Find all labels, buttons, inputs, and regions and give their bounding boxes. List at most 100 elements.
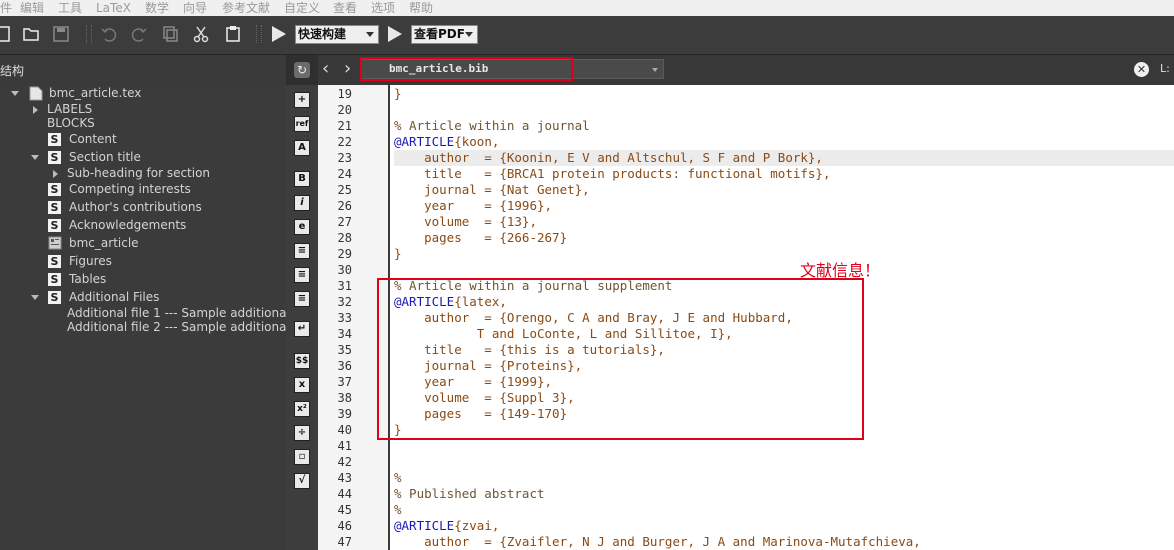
align-right-icon[interactable]: ≡	[294, 291, 310, 307]
tree-item-subheading[interactable]: Sub-heading for section	[67, 165, 210, 182]
superscript-icon[interactable]: x²	[294, 401, 310, 417]
divide-icon[interactable]: ÷	[294, 425, 310, 441]
emphasis-icon[interactable]: e	[294, 219, 310, 235]
code-line[interactable]	[394, 454, 1174, 470]
structure-title: 结构	[0, 64, 25, 78]
line-number: 44	[337, 487, 352, 501]
line-number: 21	[337, 119, 352, 133]
view-play-icon[interactable]	[388, 26, 402, 42]
new-file-icon[interactable]	[0, 25, 12, 43]
copy-icon[interactable]	[162, 25, 180, 43]
code-line[interactable]: author = {Zvaifler, N J and Burger, J A …	[394, 534, 1174, 550]
code-line[interactable]: year = {1996},	[394, 198, 1174, 214]
menu-tools[interactable]: 工具	[58, 0, 82, 16]
line-number: 39	[337, 407, 352, 421]
align-center-icon[interactable]: ≡	[294, 267, 310, 283]
code-line[interactable]: %	[394, 502, 1174, 518]
italic-icon[interactable]: i	[294, 195, 310, 211]
tree-item-content[interactable]: Content	[69, 131, 117, 148]
menu-options[interactable]: 选项	[371, 0, 395, 16]
collapse-arrow-icon[interactable]	[33, 106, 38, 114]
tree-item-acknowledgements[interactable]: Acknowledgements	[69, 217, 186, 234]
menu-edit[interactable]: 编辑	[20, 0, 44, 16]
line-number: 37	[337, 375, 352, 389]
line-number: 31	[337, 279, 352, 293]
code-line[interactable]: journal = {Nat Genet},	[394, 182, 1174, 198]
font-size-icon[interactable]: A	[294, 140, 310, 156]
view-command-select[interactable]: 查看PDF	[411, 25, 478, 44]
tree-item-competing-interests[interactable]: Competing interests	[69, 181, 191, 198]
code-line[interactable]	[394, 262, 1174, 278]
code-line[interactable]: pages = {266-267}	[394, 230, 1174, 246]
close-icon[interactable]: ✕	[1134, 62, 1149, 77]
menu-file[interactable]: 件	[0, 0, 12, 16]
paste-icon[interactable]	[224, 25, 242, 43]
line-status-label: L:	[1160, 62, 1170, 75]
tree-item-bmc-article[interactable]: bmc_article	[69, 235, 139, 252]
structure-tree: bmc_article.tex LABELS BLOCKS S Content …	[0, 85, 286, 550]
ref-icon[interactable]: ref	[294, 116, 310, 132]
code-line[interactable]: @ARTICLE{koon,	[394, 134, 1174, 150]
line-number: 43	[337, 471, 352, 485]
line-number: 42	[337, 455, 352, 469]
expand-arrow-icon[interactable]	[31, 295, 39, 300]
save-icon[interactable]	[52, 25, 70, 43]
toolbar-separator	[256, 25, 262, 43]
tree-item-blocks[interactable]: BLOCKS	[47, 115, 95, 132]
tree-item-additional-files[interactable]: Additional Files	[69, 289, 159, 306]
code-line[interactable]: }	[394, 246, 1174, 262]
menu-help[interactable]: 帮助	[409, 0, 433, 16]
subscript-icon[interactable]: x	[294, 377, 310, 393]
structure-header: 结构	[0, 55, 286, 85]
bold-icon[interactable]: B	[294, 171, 310, 187]
latex-side-toolbar: + ref A B i e ≡ ≡ ≡ ↵ $$ x x² ÷ ▫ √	[286, 85, 318, 550]
tree-item-section-title[interactable]: Section title	[69, 149, 141, 166]
menu-view[interactable]: 查看	[333, 0, 357, 16]
forward-arrow-icon[interactable]: ›	[344, 59, 351, 79]
tree-item-additional-file-2[interactable]: Additional file 2 --- Sample additional …	[67, 319, 286, 336]
menu-bibliography[interactable]: 参考文献	[222, 0, 270, 16]
line-number: 32	[337, 295, 352, 309]
code-line[interactable]: @ARTICLE{zvai,	[394, 518, 1174, 534]
section-icon: S	[48, 291, 61, 304]
collapse-arrow-icon[interactable]	[53, 170, 58, 178]
align-left-icon[interactable]: ≡	[294, 243, 310, 259]
redo-icon[interactable]	[130, 25, 148, 43]
code-line[interactable]: }	[394, 86, 1174, 102]
line-number: 24	[337, 167, 352, 181]
tree-item-figures[interactable]: Figures	[69, 253, 112, 270]
code-line[interactable]: volume = {13},	[394, 214, 1174, 230]
line-number: 26	[337, 199, 352, 213]
tree-item-file[interactable]: bmc_article.tex	[49, 85, 141, 102]
back-arrow-icon[interactable]: ‹	[322, 59, 329, 79]
cut-icon[interactable]	[192, 25, 210, 43]
line-number: 20	[337, 103, 352, 117]
menu-latex[interactable]: LaTeX	[96, 0, 131, 16]
tree-item-tables[interactable]: Tables	[69, 271, 106, 288]
line-number: 35	[337, 343, 352, 357]
newline-icon[interactable]: ↵	[294, 321, 310, 337]
build-command-select[interactable]: 快速构建	[295, 25, 379, 44]
fraction-icon[interactable]: ▫	[294, 449, 310, 465]
tree-item-contributions[interactable]: Author's contributions	[69, 199, 202, 216]
display-math-icon[interactable]: $$	[294, 353, 310, 369]
chevron-down-icon	[465, 32, 473, 37]
code-line[interactable]: % Published abstract	[394, 486, 1174, 502]
build-play-icon[interactable]	[272, 26, 286, 42]
menu-math[interactable]: 数学	[145, 0, 169, 16]
code-line[interactable]	[394, 102, 1174, 118]
expand-arrow-icon[interactable]	[11, 91, 19, 96]
undo-icon[interactable]	[100, 25, 118, 43]
code-line[interactable]	[394, 438, 1174, 454]
expand-arrow-icon[interactable]	[31, 155, 39, 160]
refresh-icon[interactable]: ↻	[294, 62, 310, 78]
code-line[interactable]: %	[394, 470, 1174, 486]
menu-custom[interactable]: 自定义	[284, 0, 320, 16]
sqrt-icon[interactable]: √	[294, 473, 310, 489]
open-folder-icon[interactable]	[22, 25, 40, 43]
code-line[interactable]: title = {BRCA1 protein products: functio…	[394, 166, 1174, 182]
menu-wizard[interactable]: 向导	[183, 0, 207, 16]
code-line[interactable]: author = {Koonin, E V and Altschul, S F …	[394, 150, 1174, 166]
add-icon[interactable]: +	[294, 92, 310, 108]
code-line[interactable]: % Article within a journal	[394, 118, 1174, 134]
